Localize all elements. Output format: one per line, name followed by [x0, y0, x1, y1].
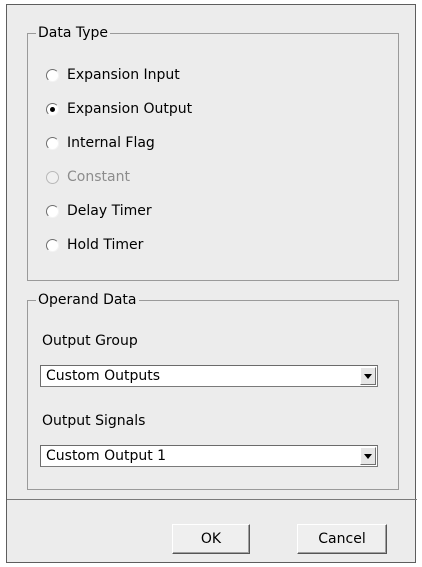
data-type-group: Data Type Expansion Input Expansion Outp… — [27, 24, 399, 281]
operand-data-group: Operand Data Output Group Custom Outputs… — [27, 291, 399, 490]
radio-hold-timer[interactable]: Hold Timer — [46, 235, 143, 255]
output-signals-dropdown-button[interactable] — [360, 447, 376, 465]
radio-label: Constant — [67, 169, 130, 185]
output-signals-label: Output Signals — [42, 413, 146, 429]
radio-label: Expansion Input — [67, 67, 180, 83]
radio-expansion-input[interactable]: Expansion Input — [46, 65, 180, 85]
operand-dialog: Data Type Expansion Input Expansion Outp… — [0, 0, 422, 567]
chevron-down-icon — [364, 454, 372, 459]
radio-circle[interactable] — [46, 204, 59, 218]
output-group-select[interactable]: Custom Outputs — [40, 365, 378, 387]
radio-expansion-output[interactable]: Expansion Output — [46, 99, 192, 119]
radio-circle[interactable] — [46, 238, 59, 252]
chevron-down-icon — [364, 374, 372, 379]
dialog-body: Data Type Expansion Input Expansion Outp… — [6, 4, 417, 563]
output-group-value: Custom Outputs — [46, 368, 161, 384]
frame-edge-right — [416, 0, 422, 567]
radio-internal-flag[interactable]: Internal Flag — [46, 133, 155, 153]
radio-label: Hold Timer — [67, 237, 144, 253]
radio-label: Internal Flag — [67, 135, 155, 151]
data-type-group-title: Data Type — [36, 24, 111, 42]
output-group-label: Output Group — [42, 333, 138, 349]
radio-circle-disabled — [46, 170, 59, 184]
output-signals-value: Custom Output 1 — [46, 448, 167, 464]
cancel-button[interactable]: Cancel — [297, 524, 387, 554]
output-group-dropdown-button[interactable] — [360, 367, 376, 385]
radio-circle[interactable] — [46, 136, 59, 150]
frame-edge-bottom — [0, 563, 422, 567]
radio-label: Expansion Output — [67, 101, 193, 117]
radio-circle[interactable] — [46, 68, 59, 82]
radio-label: Delay Timer — [67, 203, 152, 219]
radio-circle-selected[interactable] — [46, 102, 59, 116]
radio-delay-timer[interactable]: Delay Timer — [46, 201, 152, 221]
radio-dot — [50, 106, 55, 112]
radio-constant: Constant — [46, 167, 130, 187]
output-signals-select[interactable]: Custom Output 1 — [40, 445, 378, 467]
operand-data-group-title: Operand Data — [36, 291, 139, 309]
ok-button[interactable]: OK — [172, 524, 250, 554]
button-bar-separator — [7, 499, 417, 500]
